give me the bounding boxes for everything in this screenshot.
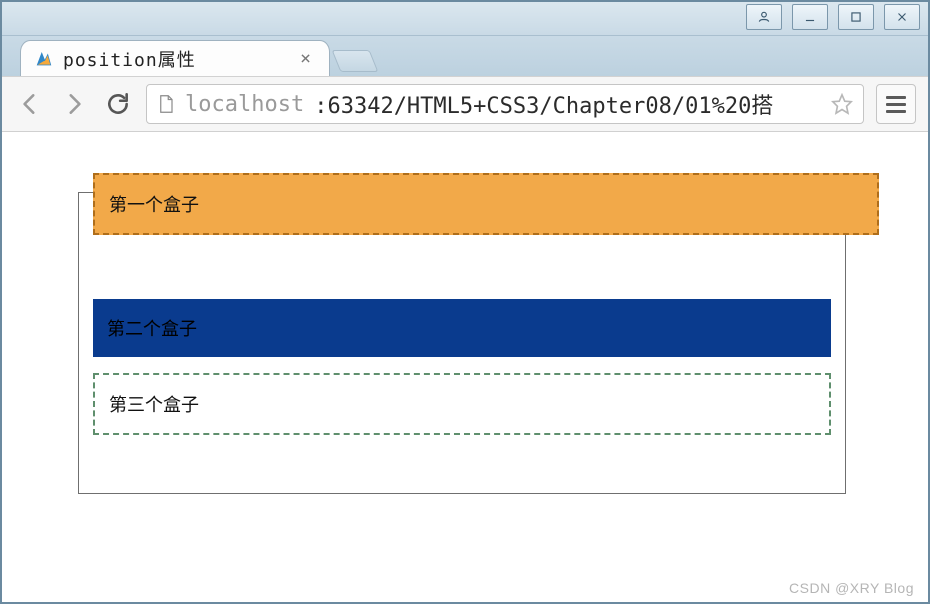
back-button[interactable]	[14, 88, 46, 120]
box-2: 第二个盒子	[93, 299, 831, 357]
page-icon	[157, 93, 175, 115]
tab-strip: position属性 ×	[2, 36, 928, 76]
browser-toolbar: localhost :63342/HTML5+CSS3/Chapter08/01%…	[2, 76, 928, 132]
box-3-label: 第三个盒子	[109, 395, 199, 415]
reload-button[interactable]	[102, 88, 134, 120]
box-1: 第一个盒子	[93, 173, 879, 235]
url-path: :63342/HTML5+CSS3/Chapter08/01%20搭	[314, 88, 773, 120]
url-host: localhost	[185, 92, 304, 117]
watermark-text: CSDN @XRY Blog	[789, 580, 914, 596]
browser-window: position属性 × localhost :63342/HTML5+CSS3/…	[0, 0, 930, 604]
tab-favicon-icon	[35, 50, 53, 68]
system-titlebar	[2, 2, 928, 36]
maximize-button[interactable]	[838, 4, 874, 30]
user-button[interactable]	[746, 4, 782, 30]
forward-button[interactable]	[58, 88, 90, 120]
box-2-label: 第二个盒子	[107, 319, 197, 339]
tab-title: position属性	[63, 46, 286, 72]
new-tab-button[interactable]	[332, 50, 379, 72]
tab-active[interactable]: position属性 ×	[20, 40, 330, 76]
box-1-label: 第一个盒子	[109, 195, 199, 215]
close-window-button[interactable]	[884, 4, 920, 30]
minimize-button[interactable]	[792, 4, 828, 30]
address-bar[interactable]: localhost :63342/HTML5+CSS3/Chapter08/01%…	[146, 84, 864, 124]
bookmark-star-icon[interactable]	[831, 93, 853, 115]
demo-container: 第一个盒子 第二个盒子 第三个盒子	[78, 192, 846, 494]
page-viewport: 第一个盒子 第二个盒子 第三个盒子 CSDN @XRY Blog	[2, 132, 928, 602]
tab-close-icon[interactable]: ×	[296, 48, 315, 69]
chrome-menu-button[interactable]	[876, 84, 916, 124]
box-3: 第三个盒子	[93, 373, 831, 435]
